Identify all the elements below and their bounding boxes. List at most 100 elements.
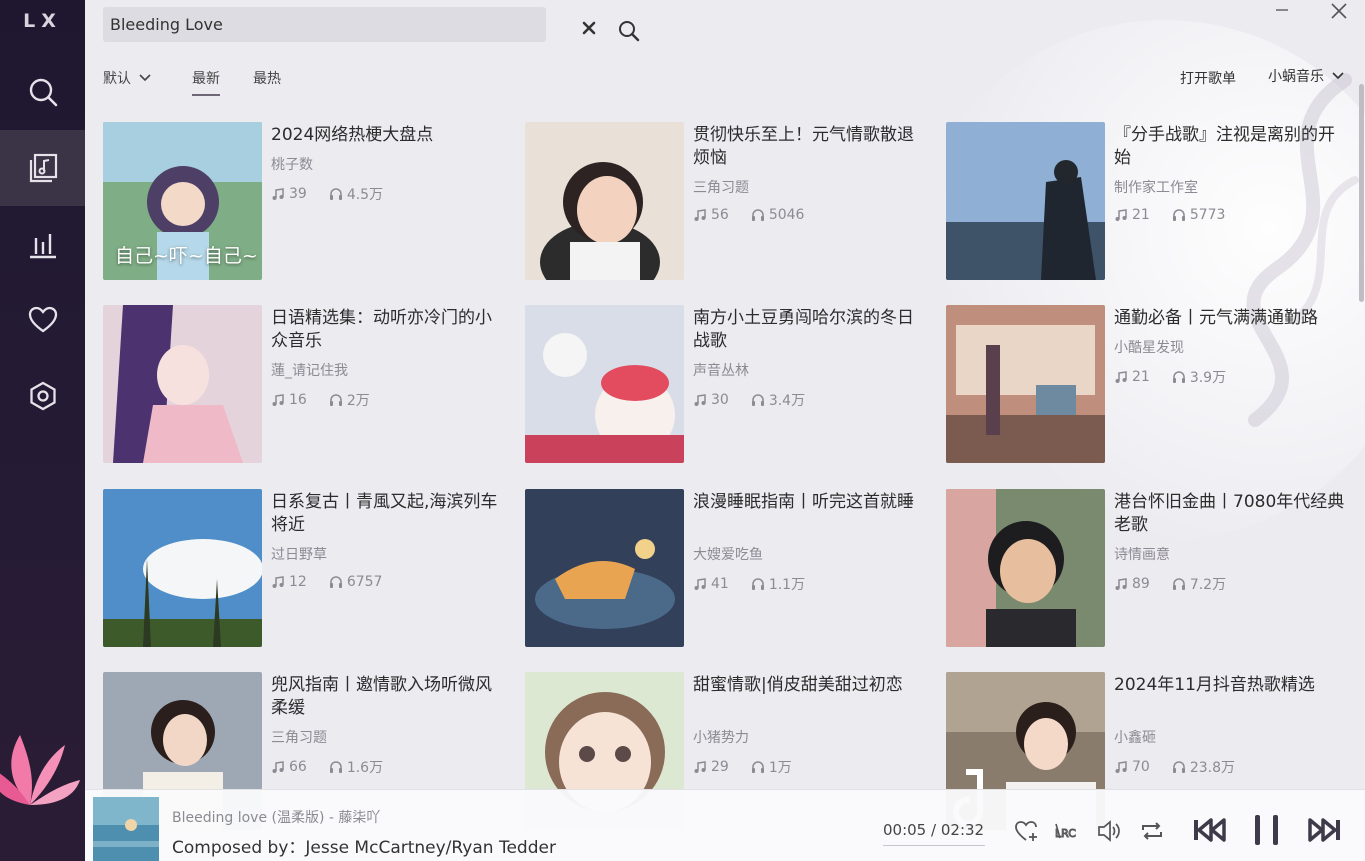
close-icon[interactable] — [1328, 0, 1350, 22]
play-count-value: 1万 — [768, 760, 792, 776]
open-playlist-button[interactable]: 打开歌单 — [1180, 68, 1236, 88]
play-count-value: 2万 — [346, 393, 370, 409]
playlist-cover[interactable] — [525, 489, 684, 647]
playlist-title[interactable]: 『分手战歌』注视是离别的开始 — [1114, 124, 1349, 170]
sort-label: 默认 — [103, 71, 131, 87]
playlist-card[interactable]: 日语精选集：动听亦冷门的小众音乐蓮_请记住我 16 2万 — [103, 305, 503, 465]
play-count-value: 1.1万 — [768, 577, 806, 593]
player-lyric: Composed by：Jesse McCartney/Ryan Tedder — [172, 838, 556, 858]
playlist-card[interactable]: 贯彻快乐至上！元气情歌散退烦恼 三角习题 56 5046 — [525, 122, 925, 282]
playlist-card[interactable]: 浪漫睡眠指南丨听完这首就睡 大嫂爱吃鱼 41 1.1万 — [525, 489, 925, 649]
play-count: 3.4万 — [751, 390, 805, 410]
song-count: 21 — [1114, 207, 1150, 223]
current-time: 00:05 — [883, 821, 927, 839]
playlist-title[interactable]: 贯彻快乐至上！元气情歌散退烦恼 — [693, 124, 928, 170]
minimize-icon[interactable] — [1272, 0, 1292, 20]
pause-icon[interactable] — [1249, 812, 1285, 848]
tab-hottest[interactable]: 最热 — [253, 68, 281, 88]
playlist-title[interactable]: 兜风指南丨邀情歌入场听微风柔缓 — [271, 674, 506, 720]
sidebar-item-songlist[interactable] — [0, 130, 85, 206]
headphones-icon — [329, 576, 342, 588]
song-count: 41 — [693, 576, 729, 592]
playlist-title[interactable]: 日系复古丨青風又起,海滨列车将近 — [271, 491, 506, 537]
progress-track[interactable] — [883, 845, 985, 846]
song-count-value: 39 — [289, 186, 307, 202]
playlist-stats: 66 1.6万 — [271, 757, 405, 777]
favorite-add-icon[interactable] — [1013, 818, 1039, 844]
next-track-icon[interactable] — [1307, 812, 1343, 848]
playlist-card[interactable]: 通勤必备丨元气满满通勤路小酷星发现 21 3.9万 — [946, 305, 1346, 465]
lotus-decoration — [0, 735, 80, 805]
play-count: 7.2万 — [1172, 574, 1226, 594]
playlist-author: 制作家工作室 — [1114, 180, 1198, 196]
playlist-cover[interactable] — [946, 122, 1105, 280]
playlist-title[interactable]: 甜蜜情歌|俏皮甜美甜过初恋 — [693, 674, 928, 697]
headphones-icon — [751, 209, 764, 221]
total-time: 02:32 — [940, 821, 985, 839]
song-count-value: 12 — [289, 574, 307, 590]
source-select[interactable]: 小蜗音乐 — [1268, 66, 1344, 86]
playlist-cover[interactable] — [103, 305, 262, 463]
playlist-author: 蓮_请记住我 — [271, 363, 348, 379]
playlist-title[interactable]: 浪漫睡眠指南丨听完这首就睡 — [693, 491, 928, 514]
playlist-title[interactable]: 2024年11月抖音热歌精选 — [1114, 674, 1349, 697]
playlist-cover[interactable] — [103, 489, 262, 647]
playlist-stats: 29 1万 — [693, 757, 814, 777]
volume-icon[interactable] — [1096, 818, 1122, 844]
playlist-cover[interactable] — [525, 305, 684, 463]
playlist-title[interactable]: 2024网络热梗大盘点 — [271, 124, 506, 147]
playlist-stats: 12 6757 — [271, 574, 404, 590]
song-count: 30 — [693, 392, 729, 408]
playlist-card[interactable]: 日系复古丨青風又起,海滨列车将近 过日野草 12 6757 — [103, 489, 503, 649]
play-count-value: 5773 — [1189, 207, 1226, 223]
play-count: 1.1万 — [751, 574, 805, 594]
sort-select[interactable]: 默认 — [103, 68, 151, 88]
sidebar-item-search[interactable] — [0, 54, 85, 130]
sidebar-item-leaderboard[interactable] — [0, 206, 85, 282]
cover-overlay-text: 自己~吓~自己~ — [115, 245, 258, 267]
source-label: 小蜗音乐 — [1268, 69, 1324, 85]
music-note-icon — [1115, 578, 1127, 590]
repeat-icon[interactable] — [1139, 818, 1165, 844]
song-count-value: 16 — [289, 392, 307, 408]
sidebar-item-settings[interactable] — [0, 358, 85, 434]
headphones-icon — [751, 761, 764, 773]
scrollbar[interactable] — [1359, 84, 1364, 302]
playlist-stats: 70 23.8万 — [1114, 757, 1257, 777]
tab-newest[interactable]: 最新 — [192, 68, 220, 96]
playlist-title[interactable]: 日语精选集：动听亦冷门的小众音乐 — [271, 307, 506, 353]
search-button-icon[interactable] — [617, 19, 641, 43]
song-count-value: 66 — [289, 759, 307, 775]
chevron-down-icon — [1332, 72, 1344, 80]
playlist-title[interactable]: 南方小土豆勇闯哈尔滨的冬日战歌 — [693, 307, 928, 353]
sidebar-item-favorites[interactable] — [0, 282, 85, 358]
playlist-author: 诗情画意 — [1114, 547, 1170, 563]
clear-icon[interactable] — [581, 20, 597, 36]
playlist-cover[interactable] — [946, 305, 1105, 463]
play-count: 5046 — [751, 207, 804, 223]
search-input[interactable] — [110, 7, 470, 42]
playlist-stats: 21 5773 — [1114, 207, 1247, 223]
playlist-stats: 21 3.9万 — [1114, 367, 1248, 387]
lyric-icon[interactable]: LRC — [1054, 818, 1080, 844]
playlist-card[interactable]: 自己~吓~自己~ 2024网络热梗大盘点 桃子数 39 4.5万 — [103, 122, 503, 282]
playlist-card[interactable]: 港台怀旧金曲丨7080年代经典老歌 诗情画意 89 7.2万 — [946, 489, 1346, 649]
player-cover[interactable] — [93, 797, 159, 861]
play-count-value: 6757 — [346, 574, 383, 590]
playlist-cover[interactable]: 自己~吓~自己~ — [103, 122, 262, 280]
play-count: 3.9万 — [1172, 367, 1226, 387]
previous-track-icon[interactable] — [1191, 812, 1227, 848]
playlist-cover[interactable] — [525, 122, 684, 280]
song-count: 70 — [1114, 759, 1150, 775]
playlist-author: 声音丛林 — [693, 363, 749, 379]
playlist-title[interactable]: 通勤必备丨元气满满通勤路 — [1114, 307, 1349, 330]
playlist-title[interactable]: 港台怀旧金曲丨7080年代经典老歌 — [1114, 491, 1349, 537]
playlist-cover[interactable] — [946, 489, 1105, 647]
playlist-card[interactable]: 『分手战歌』注视是离别的开始制作家工作室 21 5773 — [946, 122, 1346, 282]
playlist-stats: 16 2万 — [271, 390, 392, 410]
playlist-author: 三角习题 — [693, 180, 749, 196]
playlist-card[interactable]: 南方小土豆勇闯哈尔滨的冬日战歌声音丛林 30 3.4万 — [525, 305, 925, 465]
playlist-author: 小酷星发现 — [1114, 340, 1184, 356]
song-count: 12 — [271, 574, 307, 590]
play-count-value: 7.2万 — [1189, 577, 1227, 593]
